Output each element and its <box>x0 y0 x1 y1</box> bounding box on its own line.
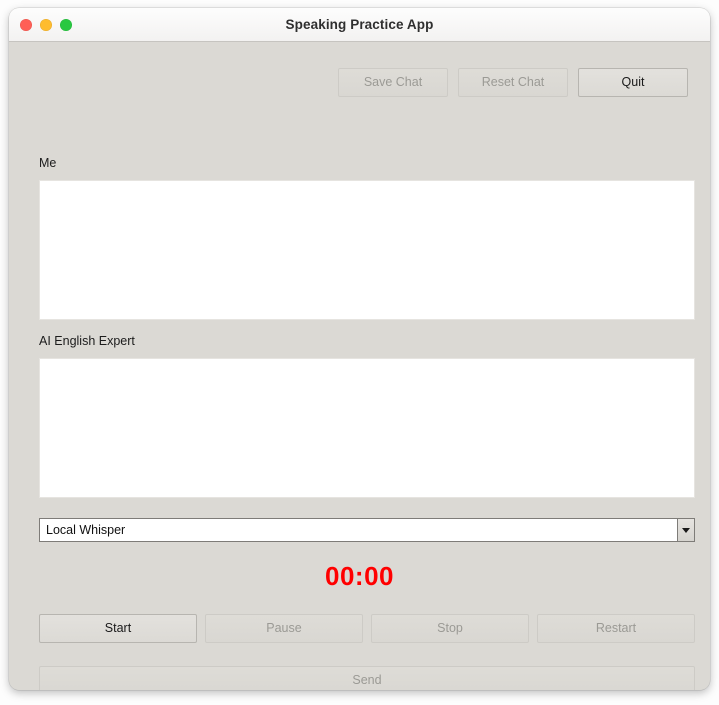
chevron-down-icon[interactable] <box>677 518 695 542</box>
ai-english-expert-label: AI English Expert <box>39 334 135 348</box>
save-chat-button[interactable]: Save Chat <box>338 68 448 97</box>
pause-button[interactable]: Pause <box>205 614 363 643</box>
send-button[interactable]: Send <box>39 666 695 690</box>
close-window-button[interactable] <box>20 18 32 31</box>
chevron-down-glyph <box>682 527 690 533</box>
top-button-row: Save Chat Reset Chat Quit <box>9 68 710 97</box>
window-controls <box>20 8 72 41</box>
transcription-engine-select[interactable]: Local Whisper <box>39 518 695 542</box>
reset-chat-button[interactable]: Reset Chat <box>458 68 568 97</box>
window-body: Save Chat Reset Chat Quit Me AI English … <box>9 42 710 690</box>
start-button[interactable]: Start <box>39 614 197 643</box>
stop-button[interactable]: Stop <box>371 614 529 643</box>
me-textarea[interactable] <box>39 180 695 320</box>
title-bar: Speaking Practice App <box>9 8 710 42</box>
ai-english-expert-textarea[interactable] <box>39 358 695 498</box>
recording-timer: 00:00 <box>325 561 394 591</box>
transcription-engine-value[interactable]: Local Whisper <box>39 518 677 542</box>
app-window: Speaking Practice App Save Chat Reset Ch… <box>9 8 710 690</box>
quit-button[interactable]: Quit <box>578 68 688 97</box>
restart-button[interactable]: Restart <box>537 614 695 643</box>
maximize-window-button[interactable] <box>60 18 72 31</box>
transport-controls: Start Pause Stop Restart <box>39 614 695 643</box>
window-title: Speaking Practice App <box>285 17 434 32</box>
me-label: Me <box>39 156 57 170</box>
minimize-window-button[interactable] <box>40 18 52 31</box>
